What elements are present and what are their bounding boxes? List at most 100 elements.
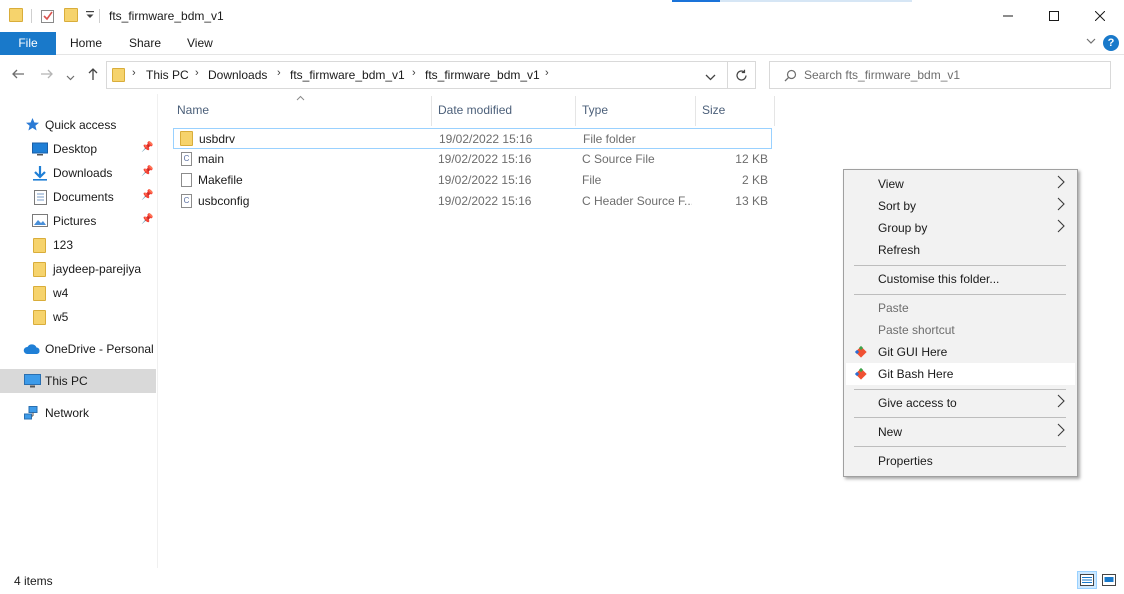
- address-bar[interactable]: › This PC › Downloads › fts_firmware_bdm…: [106, 61, 728, 89]
- breadcrumb-downloads[interactable]: Downloads: [208, 68, 267, 82]
- new-folder-icon[interactable]: [64, 8, 78, 22]
- table-row[interactable]: C main 19/02/2022 15:16 C Source File 12…: [173, 149, 772, 170]
- details-view-button[interactable]: [1077, 571, 1097, 589]
- column-divider[interactable]: [774, 96, 775, 126]
- table-row[interactable]: C usbconfig 19/02/2022 15:16 C Header So…: [173, 191, 772, 212]
- column-divider[interactable]: [431, 96, 432, 126]
- breadcrumb-this-pc[interactable]: This PC: [146, 68, 189, 82]
- menu-item-view[interactable]: View: [846, 173, 1075, 195]
- up-arrow-icon[interactable]: [86, 67, 100, 85]
- table-row[interactable]: usbdrv 19/02/2022 15:16 File folder: [173, 128, 772, 149]
- pin-icon[interactable]: 📌: [141, 142, 153, 153]
- breadcrumb-folder[interactable]: fts_firmware_bdm_v1: [290, 68, 405, 82]
- submenu-arrow-icon: [1057, 219, 1065, 236]
- column-header-size[interactable]: Size: [702, 103, 725, 117]
- nav-item-123[interactable]: 123: [0, 233, 156, 257]
- nav-item-quick-access[interactable]: Quick access: [0, 113, 156, 137]
- minimize-button[interactable]: [985, 0, 1031, 32]
- table-row[interactable]: Makefile 19/02/2022 15:16 File 2 KB: [173, 170, 772, 191]
- pin-icon[interactable]: 📌: [141, 214, 153, 225]
- nav-item-label: Network: [45, 406, 90, 420]
- menu-item-group-by[interactable]: Group by: [846, 217, 1075, 239]
- tab-view[interactable]: View: [187, 32, 213, 55]
- menu-separator: [854, 265, 1066, 266]
- close-button[interactable]: [1077, 0, 1123, 32]
- file-type: C Header Source F...: [582, 194, 692, 208]
- nav-item-w5[interactable]: w5: [0, 305, 156, 329]
- chevron-right-icon[interactable]: ›: [277, 67, 281, 79]
- file-date: 19/02/2022 15:16: [439, 132, 533, 146]
- nav-item-w4[interactable]: w4: [0, 281, 156, 305]
- nav-item-this-pc[interactable]: This PC: [0, 369, 156, 393]
- context-menu: View Sort by Group by Refresh Customise …: [843, 169, 1078, 477]
- chevron-right-icon[interactable]: ›: [412, 67, 416, 79]
- submenu-arrow-icon: [1057, 394, 1065, 411]
- folder-icon: [9, 8, 23, 22]
- menu-item-git-bash[interactable]: Git Bash Here: [846, 363, 1075, 385]
- breadcrumb-current-folder[interactable]: fts_firmware_bdm_v1: [425, 68, 540, 82]
- nav-item-documents[interactable]: Documents 📌: [0, 185, 156, 209]
- menu-item-label: New: [878, 425, 903, 439]
- menu-item-label: Refresh: [878, 243, 921, 257]
- nav-item-jaydeep-parejiya[interactable]: jaydeep-parejiya: [0, 257, 156, 281]
- column-header-type[interactable]: Type: [582, 103, 608, 117]
- menu-item-properties[interactable]: Properties: [846, 450, 1075, 472]
- nav-item-label: Desktop: [53, 142, 98, 156]
- menu-item-label: Give access to: [878, 396, 957, 410]
- tab-home[interactable]: Home: [70, 32, 102, 55]
- file-date: 19/02/2022 15:16: [438, 173, 532, 187]
- recent-locations-chevron-icon[interactable]: [66, 69, 75, 86]
- refresh-button[interactable]: [728, 61, 756, 89]
- c-source-file-icon: C: [181, 152, 192, 166]
- menu-item-new[interactable]: New: [846, 421, 1075, 443]
- back-arrow-icon[interactable]: [11, 67, 25, 85]
- menu-item-git-gui[interactable]: Git GUI Here: [846, 341, 1075, 363]
- pin-icon[interactable]: 📌: [141, 190, 153, 201]
- chevron-right-icon[interactable]: ›: [132, 67, 136, 79]
- large-icons-view-button[interactable]: [1099, 571, 1119, 589]
- nav-item-onedrive[interactable]: OneDrive - Personal: [0, 337, 156, 361]
- nav-item-pictures[interactable]: Pictures 📌: [0, 209, 156, 233]
- chevron-right-icon[interactable]: ›: [545, 67, 549, 79]
- search-box[interactable]: [769, 61, 1111, 89]
- folder-icon: [33, 286, 47, 301]
- menu-item-sort-by[interactable]: Sort by: [846, 195, 1075, 217]
- folder-icon: [33, 262, 47, 277]
- pin-icon[interactable]: 📌: [141, 166, 153, 177]
- sort-ascending-icon: [296, 93, 305, 104]
- search-input[interactable]: [804, 66, 1094, 84]
- submenu-arrow-icon: [1057, 175, 1065, 192]
- column-header-name[interactable]: Name: [177, 103, 209, 117]
- tab-file[interactable]: File: [0, 32, 56, 55]
- column-divider[interactable]: [575, 96, 576, 126]
- menu-item-customise-folder[interactable]: Customise this folder...: [846, 268, 1075, 290]
- column-header-date-modified[interactable]: Date modified: [438, 103, 512, 117]
- chevron-right-icon[interactable]: ›: [195, 67, 199, 79]
- menu-item-paste[interactable]: Paste: [846, 297, 1075, 319]
- navigation-bar: › This PC › Downloads › fts_firmware_bdm…: [0, 56, 1124, 94]
- address-history-chevron-icon[interactable]: [705, 71, 716, 85]
- menu-item-give-access[interactable]: Give access to: [846, 392, 1075, 414]
- maximize-button[interactable]: [1031, 0, 1077, 32]
- details-view-icon: [1080, 574, 1094, 586]
- nav-item-downloads[interactable]: Downloads 📌: [0, 161, 156, 185]
- nav-item-network[interactable]: Network: [0, 401, 156, 425]
- nav-item-label: OneDrive - Personal: [45, 342, 154, 356]
- toolbar-divider: [99, 9, 100, 23]
- star-icon: [25, 117, 39, 131]
- nav-item-label: Pictures: [53, 214, 97, 228]
- forward-arrow-icon[interactable]: [40, 67, 54, 85]
- column-divider[interactable]: [695, 96, 696, 126]
- help-icon[interactable]: ?: [1103, 35, 1119, 51]
- menu-item-refresh[interactable]: Refresh: [846, 239, 1075, 261]
- menu-item-paste-shortcut[interactable]: Paste shortcut: [846, 319, 1075, 341]
- folder-icon: [33, 238, 47, 253]
- properties-check-icon[interactable]: [40, 8, 56, 27]
- download-arrow-icon: [32, 166, 47, 181]
- menu-item-label: Paste: [878, 301, 909, 315]
- tab-share[interactable]: Share: [129, 32, 161, 55]
- file-name: usbdrv: [199, 132, 236, 146]
- expand-ribbon-chevron-icon[interactable]: [1085, 35, 1097, 50]
- nav-item-desktop[interactable]: Desktop 📌: [0, 137, 156, 161]
- customize-qat-chevron-icon[interactable]: [85, 9, 95, 24]
